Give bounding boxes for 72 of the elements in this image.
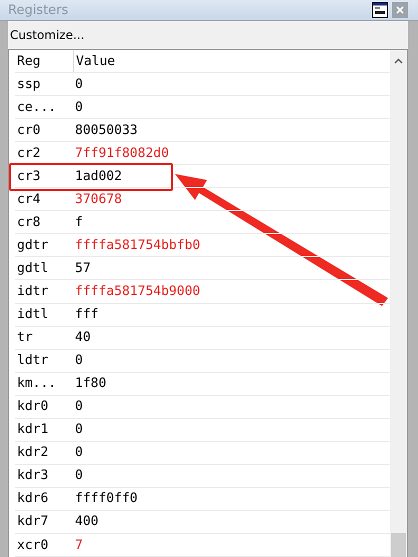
register-value: 0 (74, 100, 84, 115)
register-name: ce... (16, 100, 58, 115)
register-value: 0 (74, 468, 84, 484)
table-row[interactable]: ssp 0 (15, 73, 390, 96)
register-value: 57 (74, 260, 92, 276)
register-name: ldtr (16, 353, 50, 368)
register-value: 0 (74, 399, 84, 414)
register-value: 80050033 (74, 122, 139, 138)
register-name: kdr7 (16, 514, 50, 530)
table-row[interactable]: tr 40 (15, 326, 390, 350)
register-name: cr8 (16, 214, 42, 230)
table-row[interactable]: kdr6 ffff0ff0 (15, 488, 390, 511)
close-icon (396, 6, 404, 14)
register-name: km... (16, 376, 58, 392)
register-value: 0 (74, 445, 84, 460)
register-name: idtl (16, 307, 50, 322)
column-header[interactable]: Value (74, 50, 390, 72)
table-row[interactable]: gdtr ffffa581754bbfb0 (15, 234, 390, 258)
window-icon[interactable] (372, 2, 388, 18)
register-value: 1ad002 (74, 168, 123, 184)
register-name: cr3 (16, 168, 42, 184)
table-row[interactable]: idtr ffffa581754b9000 (15, 280, 390, 304)
register-name: kdr1 (16, 422, 50, 438)
table-row[interactable]: ce... 0 (15, 96, 390, 120)
register-value: 40 (74, 330, 92, 346)
table-row[interactable]: kdr1 0 (15, 418, 390, 442)
register-value: 1f80 (74, 376, 108, 392)
register-name: gdtl (16, 260, 50, 276)
register-name: tr (16, 330, 34, 346)
register-value: fff (74, 307, 100, 322)
register-name: kdr0 (16, 399, 50, 414)
register-name: kdr6 (16, 491, 50, 506)
register-name: gdtr (16, 238, 50, 253)
scroll-up-icon (394, 58, 403, 64)
table-row[interactable]: cr3 1ad002 (15, 165, 390, 188)
register-name: kdr3 (16, 468, 50, 484)
table-row[interactable]: kdr2 0 (15, 442, 390, 465)
table-row[interactable]: kdr7 400 (15, 510, 390, 534)
window-title: Registers (8, 2, 70, 18)
register-name: kdr2 (16, 445, 50, 460)
table-row[interactable]: cr8 f (15, 211, 390, 234)
register-name: cr4 (16, 192, 42, 207)
register-value: 0 (74, 422, 84, 438)
table-row[interactable]: kdr0 0 (15, 396, 390, 419)
register-value: 7 (74, 538, 84, 552)
scrollbar-thumb[interactable] (391, 533, 406, 557)
register-name: cr2 (16, 146, 42, 161)
table-row[interactable]: cr0 80050033 (15, 119, 390, 142)
register-value: 7ff91f8082d0 (74, 146, 170, 161)
table-row[interactable]: cr4 370678 (15, 188, 390, 212)
table-row[interactable]: ldtr 0 (15, 350, 390, 373)
register-value: 0 (74, 353, 84, 368)
table-row[interactable]: xcr0 7 (15, 534, 390, 557)
table-row[interactable]: idtl fff (15, 304, 390, 327)
column-header[interactable]: Reg (15, 50, 74, 72)
register-value: 0 (74, 76, 84, 92)
register-name: xcr0 (16, 538, 50, 552)
register-name: cr0 (16, 122, 42, 138)
table-row[interactable]: km... 1f80 (15, 372, 390, 396)
table-row[interactable]: kdr3 0 (15, 464, 390, 488)
register-value: 400 (74, 514, 100, 530)
register-value: 370678 (74, 192, 123, 207)
register-value: ffffa581754b9000 (74, 284, 202, 299)
register-value: ffff0ff0 (74, 491, 139, 506)
customize-menu[interactable]: Customize... (10, 28, 84, 42)
register-name: ssp (16, 76, 42, 92)
register-name: idtr (16, 284, 50, 299)
register-value: ffffa581754bbfb0 (74, 238, 202, 253)
table-row[interactable]: gdtl 57 (15, 257, 390, 280)
table-row[interactable]: cr2 7ff91f8082d0 (15, 142, 390, 166)
scrollbar[interactable] (390, 50, 407, 557)
register-value: f (74, 214, 84, 230)
